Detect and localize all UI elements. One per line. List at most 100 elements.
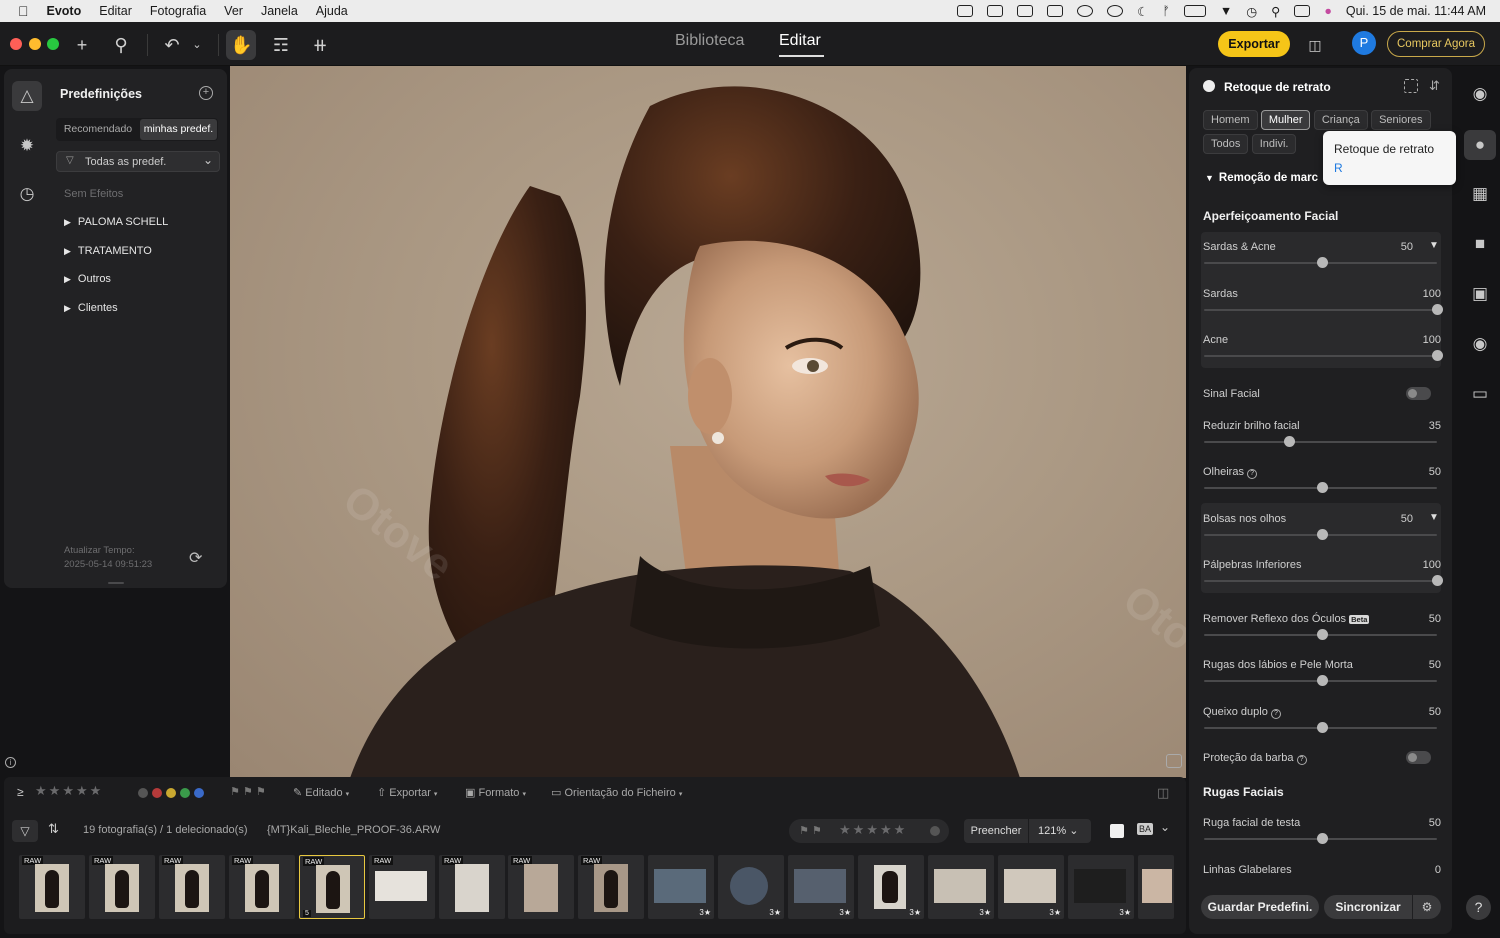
- slider-thumb[interactable]: [1317, 482, 1328, 493]
- crop-icon[interactable]: ▣: [1468, 282, 1492, 306]
- chip-crianca[interactable]: Criança: [1313, 110, 1368, 130]
- color-dot-blue[interactable]: [194, 788, 204, 798]
- refresh-icon[interactable]: ⟳: [189, 548, 202, 568]
- add-icon[interactable]: +: [71, 34, 93, 56]
- undo-icon[interactable]: ↶: [161, 34, 183, 56]
- protecao-barba-toggle[interactable]: [1406, 751, 1431, 764]
- tab-biblioteca[interactable]: Biblioteca: [675, 32, 744, 50]
- color-dot-none[interactable]: [138, 788, 148, 798]
- filter-exportar[interactable]: ⇧ Exportar ▾: [377, 786, 437, 799]
- chevron-down-icon[interactable]: ⌄: [186, 34, 208, 56]
- filmstrip-thumb[interactable]: 3★: [1068, 855, 1134, 919]
- export-button[interactable]: Exportar: [1218, 31, 1290, 57]
- camera-icon[interactable]: ◉: [1468, 332, 1492, 356]
- palette-icon[interactable]: ◉: [1468, 82, 1492, 106]
- sync-button[interactable]: Sincronizar: [1324, 895, 1412, 919]
- filmstrip-thumb[interactable]: 3★: [648, 855, 714, 919]
- chip-mulher[interactable]: Mulher: [1260, 110, 1311, 130]
- chip-seniores[interactable]: Seniores: [1371, 110, 1431, 130]
- slider-track[interactable]: [1204, 355, 1437, 357]
- menu-app-name[interactable]: Evoto: [47, 4, 82, 18]
- menu-fotografia[interactable]: Fotografia: [150, 4, 206, 18]
- battery-icon[interactable]: [1183, 5, 1206, 17]
- hand-icon[interactable]: ✋: [230, 34, 252, 56]
- shirt-icon[interactable]: ■: [1468, 232, 1492, 256]
- before-after-icon[interactable]: BA: [1137, 823, 1154, 835]
- brush-icon[interactable]: ☶: [270, 34, 292, 56]
- bluetooth-icon[interactable]: ᚠ: [1162, 4, 1170, 18]
- slider-track[interactable]: [1204, 441, 1437, 443]
- add-preset-icon[interactable]: +: [199, 86, 213, 100]
- compare-view-icon[interactable]: [1166, 754, 1182, 768]
- clock-icon[interactable]: ◷: [1246, 4, 1257, 19]
- menu-ajuda[interactable]: Ajuda: [316, 4, 348, 18]
- slider-track[interactable]: [1204, 309, 1437, 311]
- tab-recomendado[interactable]: Recomendado: [56, 118, 140, 141]
- folder-outros[interactable]: ▶ Outros: [64, 273, 111, 285]
- filter-orientacao[interactable]: ▭ Orientação do Ficheiro ▾: [551, 786, 682, 799]
- chip-homem[interactable]: Homem: [1203, 110, 1258, 130]
- zoom-window-button[interactable]: [47, 38, 59, 50]
- preset-filter-select[interactable]: ▽ Todas as predef. ⌄: [56, 151, 220, 172]
- section-remocao-collapsed[interactable]: ▼ Remoção de marc: [1205, 172, 1318, 184]
- filmstrip-thumb[interactable]: 3★: [998, 855, 1064, 919]
- chip-indivi[interactable]: Indivi.: [1251, 134, 1297, 154]
- info-icon[interactable]: i: [5, 757, 16, 768]
- main-photo-canvas[interactable]: Otove Otove: [230, 66, 1186, 778]
- close-window-button[interactable]: [10, 38, 22, 50]
- slider-thumb[interactable]: [1317, 722, 1328, 733]
- presets-icon[interactable]: △: [16, 85, 38, 107]
- color-dot-yellow[interactable]: [166, 788, 176, 798]
- filter-dots-icon[interactable]: ✹: [16, 135, 38, 157]
- folder-icon[interactable]: ▭: [1468, 382, 1492, 406]
- tab-minhas-predef[interactable]: minhas predef.: [140, 119, 217, 140]
- color-label-filter[interactable]: [138, 787, 208, 801]
- folder-clientes[interactable]: ▶ Clientes: [64, 302, 118, 314]
- flag-icons[interactable]: ⚑ ⚑: [799, 824, 822, 837]
- slider-thumb[interactable]: [1317, 833, 1328, 844]
- resize-handle[interactable]: [108, 582, 124, 584]
- chip-todos[interactable]: Todos: [1203, 134, 1249, 154]
- spotlight-icon[interactable]: ⚲: [1271, 4, 1280, 19]
- moon-icon[interactable]: ☾: [1137, 4, 1148, 19]
- help-button[interactable]: ?: [1466, 895, 1491, 920]
- menu-janela[interactable]: Janela: [261, 4, 298, 18]
- filmstrip-thumb[interactable]: RAW: [19, 855, 85, 919]
- no-effects-label[interactable]: Sem Efeitos: [64, 188, 123, 200]
- chevron-down-icon[interactable]: ⌄: [1160, 820, 1170, 834]
- zoom-select[interactable]: 121% ⌄: [1029, 819, 1091, 843]
- slider-track[interactable]: [1204, 580, 1437, 582]
- slider-thumb[interactable]: [1432, 575, 1443, 586]
- filter-icon[interactable]: ▽: [12, 820, 38, 842]
- search-icon[interactable]: ⚲: [110, 34, 132, 56]
- menu-editar[interactable]: Editar: [99, 4, 132, 18]
- fill-button[interactable]: Preencher: [964, 819, 1028, 843]
- wifi-icon[interactable]: ▼: [1220, 4, 1232, 18]
- filter-formato[interactable]: ▣ Formato ▾: [465, 786, 526, 799]
- grammar-icon[interactable]: [1077, 5, 1094, 17]
- filmstrip-thumb[interactable]: RAW: [159, 855, 225, 919]
- sidebar-toggle-icon[interactable]: ◫: [1304, 34, 1326, 56]
- filmstrip-thumb[interactable]: RAW: [439, 855, 505, 919]
- sort-icon[interactable]: ⇅: [48, 821, 59, 837]
- selection-color-dot[interactable]: [930, 826, 940, 836]
- window-icon[interactable]: [1047, 5, 1064, 17]
- menubar-datetime[interactable]: Qui. 15 de mai. 11:44 AM: [1346, 4, 1486, 18]
- cloud-icon[interactable]: [957, 5, 974, 17]
- single-view-icon[interactable]: [1110, 824, 1124, 838]
- face-retouch-icon[interactable]: ●: [1468, 133, 1492, 157]
- history-icon[interactable]: ◷: [16, 183, 38, 205]
- apple-icon[interactable]: : [18, 3, 29, 19]
- flag-filter-icons[interactable]: ⚑ ⚑ ⚑: [230, 785, 266, 798]
- grid-icon[interactable]: ▦: [1468, 182, 1492, 206]
- menu-ver[interactable]: Ver: [224, 4, 243, 18]
- expand-collapse-icon[interactable]: ⇵: [1429, 78, 1440, 94]
- slider-thumb[interactable]: [1432, 350, 1443, 361]
- selection-rating[interactable]: ★ ★ ★ ★ ★: [839, 822, 907, 838]
- glasses-icon[interactable]: [1017, 5, 1034, 17]
- filmstrip-thumb[interactable]: RAW: [229, 855, 295, 919]
- help-icon[interactable]: ?: [1296, 755, 1307, 765]
- folder-tratamento[interactable]: ▶ TRATAMENTO: [64, 245, 152, 257]
- save-preset-button[interactable]: Guardar Predefini.: [1201, 895, 1319, 919]
- filmstrip-thumb[interactable]: [1138, 855, 1174, 919]
